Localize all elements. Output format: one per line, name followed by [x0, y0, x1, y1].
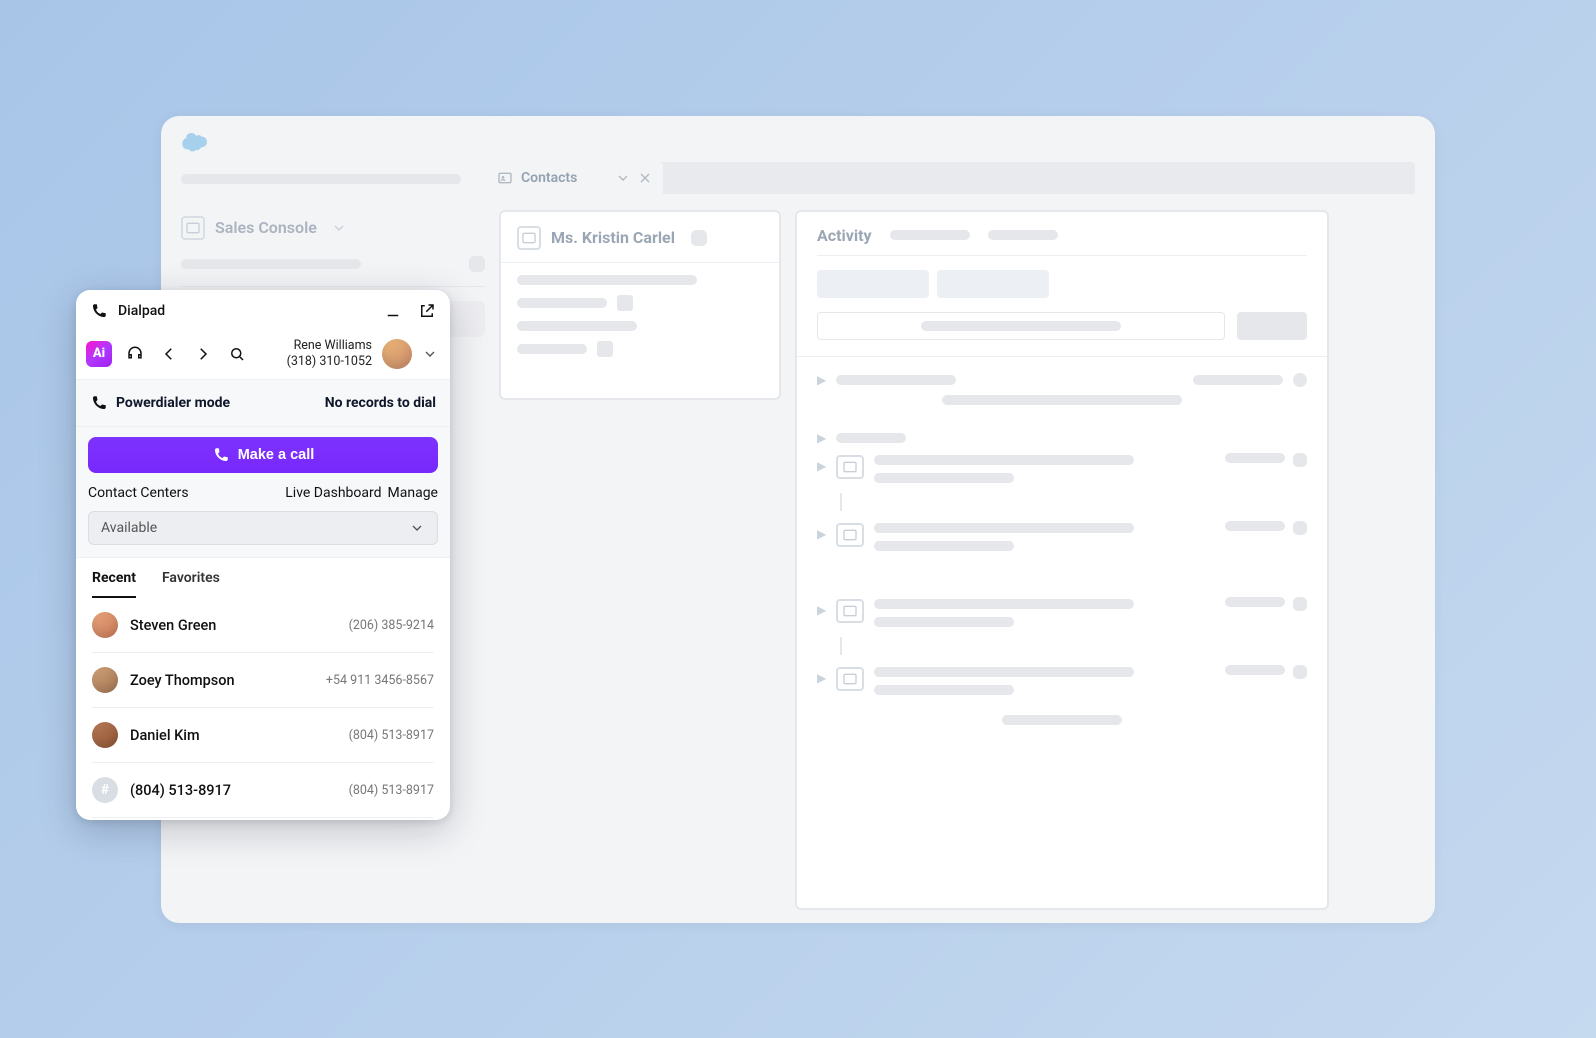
- app-name: Sales Console: [215, 218, 317, 237]
- tab-bar: Contacts: [487, 162, 1415, 194]
- powerdialer-row: Powerdialer mode No records to dial: [76, 379, 450, 426]
- phone-icon: [90, 394, 108, 412]
- timeline-item[interactable]: ▶: [817, 597, 1307, 627]
- hash-icon: #: [92, 777, 118, 803]
- minimize-icon[interactable]: [384, 302, 402, 320]
- contact-name: Steven Green: [130, 617, 216, 634]
- activity-subtab[interactable]: [937, 270, 1049, 298]
- tab-label: Contacts: [521, 170, 577, 186]
- caret-down-icon[interactable]: [331, 220, 347, 236]
- dialpad-widget: Dialpad Ai Rene Williams (31: [76, 290, 450, 820]
- avatar: [92, 722, 118, 748]
- activity-panel: Activity ▶ ▶ ▶: [795, 210, 1329, 910]
- user-phone: (318) 310-1052: [287, 354, 372, 370]
- make-call-button[interactable]: Make a call: [88, 437, 438, 473]
- app-icon: [181, 216, 205, 240]
- phone-icon: [212, 446, 230, 464]
- contact-name: (804) 513-8917: [130, 782, 231, 799]
- contact-name: Daniel Kim: [130, 727, 200, 744]
- list-item[interactable]: Zoey Thompson +54 911 3456-8567: [92, 653, 434, 708]
- contact-name: Zoey Thompson: [130, 672, 235, 689]
- headset-icon[interactable]: [124, 343, 146, 365]
- dialpad-title: Dialpad: [118, 303, 165, 319]
- activity-submit-button[interactable]: [1237, 312, 1307, 340]
- user-name: Rene Williams: [287, 338, 372, 354]
- activity-subtab[interactable]: [817, 270, 929, 298]
- recent-list: Steven Green (206) 385-9214 Zoey Thompso…: [76, 598, 450, 820]
- status-select[interactable]: Available: [88, 511, 438, 545]
- contact-name: Ms. Kristin Carlel: [551, 228, 675, 247]
- contact-phone: (206) 385-9214: [349, 618, 434, 633]
- sidebar-skeleton: [469, 256, 485, 272]
- contact-phone: (804) 513-8917: [349, 783, 434, 798]
- activity-section-toggle[interactable]: ▶: [817, 431, 1307, 445]
- powerdialer-status: No records to dial: [325, 395, 436, 411]
- contact-icon: [517, 226, 541, 250]
- contact-centers-label[interactable]: Contact Centers: [88, 485, 189, 501]
- manage-link[interactable]: Manage: [388, 485, 438, 501]
- tab-contacts[interactable]: Contacts: [487, 162, 663, 194]
- chevron-down-icon[interactable]: [615, 170, 631, 186]
- powerdialer-label: Powerdialer mode: [116, 395, 230, 411]
- avatar: [92, 667, 118, 693]
- chevron-down-icon: [422, 346, 438, 362]
- contact-icon: [497, 170, 513, 186]
- live-dashboard-link[interactable]: Live Dashboard: [285, 485, 381, 501]
- contact-phone: +54 911 3456-8567: [326, 673, 434, 688]
- timeline-item[interactable]: ▶: [817, 521, 1307, 551]
- activity-section-toggle[interactable]: ▶: [817, 373, 1307, 387]
- list-item[interactable]: Steven Green (206) 385-9214: [92, 598, 434, 653]
- make-call-label: Make a call: [238, 447, 315, 463]
- search-icon[interactable]: [226, 343, 248, 365]
- activity-timeline: ▶ ▶ ▶: [817, 453, 1307, 695]
- dialpad-tabs: Recent Favorites: [76, 558, 450, 598]
- app-switcher[interactable]: Sales Console: [181, 210, 485, 246]
- sidebar-skeleton: [181, 259, 361, 269]
- contact-detail-card: Ms. Kristin Carlel: [499, 210, 781, 400]
- timeline-item[interactable]: ▶: [817, 453, 1307, 483]
- dialpad-logo[interactable]: Ai: [86, 341, 112, 367]
- close-icon[interactable]: [637, 170, 653, 186]
- nav-forward-icon[interactable]: [192, 343, 214, 365]
- call-section: Make a call Contact Centers Live Dashboa…: [76, 426, 450, 558]
- timeline-item[interactable]: ▶: [817, 665, 1307, 695]
- avatar: [92, 612, 118, 638]
- header-skeleton: [181, 174, 461, 184]
- avatar: [382, 339, 412, 369]
- contact-phone: (804) 513-8917: [349, 728, 434, 743]
- list-item[interactable]: #(234) 567-9048 (234) 567-9048: [92, 818, 434, 820]
- list-item[interactable]: Daniel Kim (804) 513-8917: [92, 708, 434, 763]
- tab-recent[interactable]: Recent: [92, 570, 136, 598]
- phone-icon: [90, 302, 108, 320]
- list-item[interactable]: # (804) 513-8917 (804) 513-8917: [92, 763, 434, 818]
- dialpad-header: Dialpad: [76, 290, 450, 332]
- dialpad-toolbar: Ai Rene Williams (318) 310-1052: [76, 332, 450, 379]
- popout-icon[interactable]: [418, 302, 436, 320]
- tab-favorites[interactable]: Favorites: [162, 570, 220, 598]
- salesforce-logo: [177, 128, 209, 152]
- user-menu[interactable]: Rene Williams (318) 310-1052: [287, 338, 438, 369]
- activity-input[interactable]: [817, 312, 1225, 340]
- chevron-down-icon: [409, 520, 425, 536]
- status-value: Available: [101, 520, 157, 536]
- activity-title: Activity: [817, 226, 872, 245]
- nav-back-icon[interactable]: [158, 343, 180, 365]
